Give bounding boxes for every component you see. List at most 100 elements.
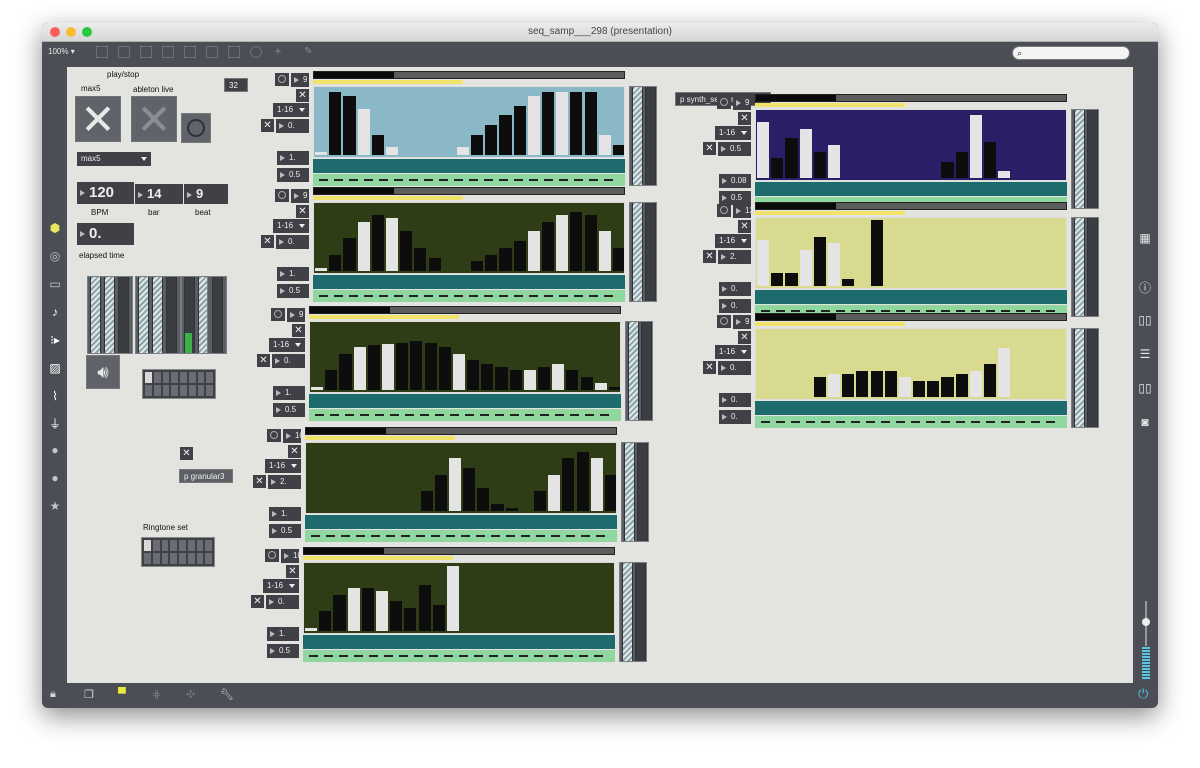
param2-number[interactable]: 0.5 (277, 168, 309, 182)
range-menu[interactable]: 1-16 (263, 579, 299, 593)
step-row-teal[interactable] (755, 290, 1067, 304)
clear-x-icon[interactable]: ✕ (738, 220, 751, 233)
add-object-icon[interactable]: + (272, 45, 284, 58)
list-icon[interactable]: ☰ (1138, 347, 1152, 361)
paperclip-icon[interactable]: ⌇ (48, 389, 62, 403)
reset-x-icon[interactable]: ✕ (251, 595, 264, 608)
range-menu[interactable]: 1-16 (269, 338, 305, 352)
multislider[interactable] (309, 321, 621, 393)
target-icon[interactable]: ◎ (48, 249, 62, 263)
value-number[interactable]: 0. (272, 354, 305, 368)
multislider[interactable] (755, 217, 1067, 289)
plug-icon[interactable]: ⏚ (48, 415, 62, 432)
multislider[interactable] (305, 442, 617, 514)
position-slider[interactable] (313, 71, 625, 79)
step-toggle[interactable] (271, 308, 285, 321)
param1-number[interactable]: 0. (719, 393, 751, 407)
steps-number[interactable]: 10 (283, 429, 301, 443)
steps-number[interactable]: 9 (733, 96, 751, 110)
param2-number[interactable]: 0.5 (277, 284, 309, 298)
step-row-teal[interactable] (309, 394, 621, 408)
steps-number[interactable]: 9 (733, 315, 751, 329)
step-toggle[interactable] (275, 73, 289, 86)
multislider[interactable] (313, 202, 625, 274)
grid-icon[interactable]: ▦ (1138, 231, 1152, 245)
counter-number[interactable]: 32 (224, 78, 248, 92)
step-toggle[interactable] (717, 315, 731, 328)
message-icon[interactable] (118, 46, 130, 58)
param2-number[interactable]: 0.5 (273, 403, 305, 417)
speaker-icon[interactable]: 🔊︎ (86, 355, 120, 389)
steps-number[interactable]: 10 (281, 549, 299, 563)
granular-toggle[interactable]: ✕ (180, 447, 193, 460)
range-menu[interactable]: 1-16 (715, 345, 751, 359)
ringtone-preset-grid[interactable] (141, 537, 215, 567)
help-circle-icon[interactable]: ● (48, 471, 62, 485)
position-slider[interactable] (755, 202, 1067, 210)
volume-slider[interactable] (755, 322, 905, 326)
volume-slider[interactable] (303, 556, 453, 560)
comment-icon[interactable] (140, 46, 152, 58)
multislider[interactable] (303, 562, 615, 634)
live-toggle[interactable]: ✕ (131, 96, 177, 143)
step-row-teal[interactable] (755, 182, 1067, 196)
multislider[interactable] (755, 328, 1067, 400)
value-number[interactable]: 0. (276, 235, 309, 249)
clear-x-icon[interactable]: ✕ (288, 445, 301, 458)
reset-x-icon[interactable]: ✕ (703, 250, 716, 263)
step-toggle[interactable] (717, 96, 731, 109)
position-slider[interactable] (305, 427, 617, 435)
volume-slider[interactable] (313, 196, 463, 200)
star-icon[interactable]: ★ (48, 499, 62, 513)
steps-number[interactable]: 13 (733, 204, 751, 218)
camera-icon[interactable]: ◙ (1138, 415, 1152, 429)
preset-grid[interactable] (142, 369, 216, 399)
position-slider[interactable] (309, 306, 621, 314)
zoom-level[interactable]: 100% ▾ (48, 47, 75, 56)
step-toggle[interactable] (717, 204, 731, 217)
power-icon[interactable]: ⏻ (1138, 686, 1148, 702)
reset-x-icon[interactable]: ✕ (253, 475, 266, 488)
param1-number[interactable]: 1. (273, 386, 305, 400)
windows-icon[interactable]: ❐ (84, 688, 94, 701)
param2-number[interactable]: 0.5 (269, 524, 301, 538)
value-number[interactable]: 0.5 (718, 142, 751, 156)
range-menu[interactable]: 1-16 (273, 219, 309, 233)
plugin-icon[interactable]: ▭ (48, 277, 62, 291)
param2-number[interactable]: 0. (719, 299, 751, 313)
steps-number[interactable]: 9 (287, 308, 305, 322)
position-slider[interactable] (303, 547, 615, 555)
param2-number[interactable]: 0. (719, 410, 751, 424)
grid-snap-icon[interactable]: ⋕ (152, 688, 161, 701)
param2-number[interactable]: 0.5 (267, 644, 299, 658)
value-number[interactable]: 2. (268, 475, 301, 489)
value-number[interactable]: 0. (718, 361, 751, 375)
step-row-teal[interactable] (313, 275, 625, 289)
volume-meter[interactable] (1142, 601, 1150, 679)
param1-number[interactable]: 0.08 (719, 174, 751, 188)
clear-x-icon[interactable]: ✕ (738, 112, 751, 125)
param1-number[interactable]: 0. (719, 282, 751, 296)
music-note-icon[interactable]: ♪ (48, 305, 62, 319)
lock-icon[interactable]: 🔒︎ (50, 688, 56, 701)
wrench-icon[interactable]: 🔧︎ (220, 688, 234, 701)
volume-slider[interactable] (305, 436, 455, 440)
range-menu[interactable]: 1-16 (715, 234, 751, 248)
position-slider[interactable] (313, 187, 625, 195)
search-input[interactable]: ⌕ (1012, 46, 1130, 60)
param1-number[interactable]: 1. (267, 627, 299, 641)
clear-x-icon[interactable]: ✕ (286, 565, 299, 578)
position-slider[interactable] (755, 313, 1067, 321)
param1-number[interactable]: 1. (277, 267, 309, 281)
steps-number[interactable]: 9 (291, 189, 309, 203)
volume-slider[interactable] (313, 80, 463, 84)
number-icon[interactable] (184, 46, 196, 58)
step-row-green[interactable] (755, 416, 1067, 428)
step-row-teal[interactable] (303, 635, 615, 649)
reference-icon[interactable]: ▯▯ (1138, 381, 1152, 395)
step-row-teal[interactable] (313, 159, 625, 173)
reset-x-icon[interactable]: ✕ (261, 119, 274, 132)
volume-slider[interactable] (309, 315, 459, 319)
value-number[interactable]: 2. (718, 250, 751, 264)
bar-number[interactable]: 14 (135, 184, 183, 204)
